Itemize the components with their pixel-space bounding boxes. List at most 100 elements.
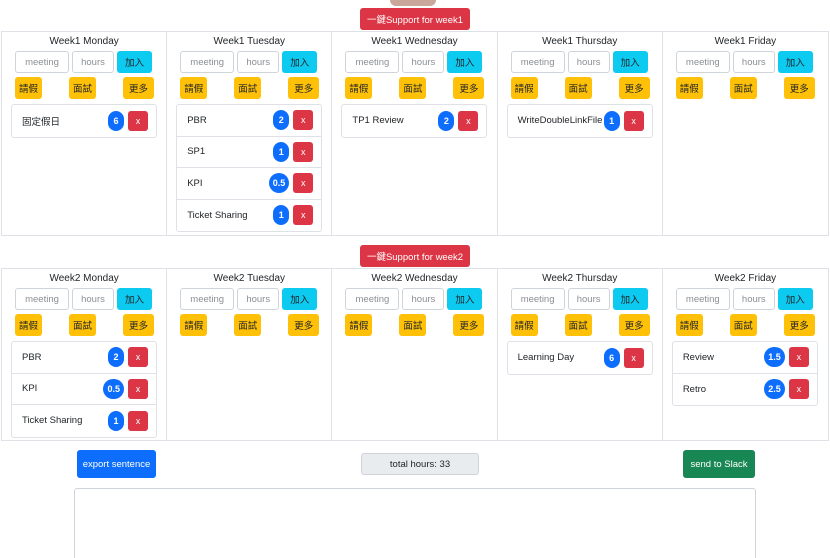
delete-task-button[interactable]: x	[293, 173, 314, 194]
meeting-input[interactable]: meeting	[180, 51, 235, 73]
hours-input[interactable]: hours	[72, 288, 114, 310]
hours-badge: 6	[108, 110, 124, 131]
task-list: WriteDoubleLinkFile 1 x	[506, 104, 653, 138]
more-button[interactable]: 更多	[618, 77, 650, 99]
hours-input[interactable]: hours	[402, 288, 445, 310]
add-button[interactable]: 加入	[777, 288, 813, 310]
hours-input[interactable]: hours	[732, 51, 775, 73]
interview-button[interactable]: 面試	[564, 314, 592, 336]
day-column: Week2 Wednesday meeting hours 加入 請假 面試 更多	[332, 269, 498, 440]
more-button[interactable]: 更多	[453, 77, 485, 99]
add-button[interactable]: 加入	[117, 51, 152, 73]
interview-button[interactable]: 面試	[399, 77, 427, 99]
meeting-input[interactable]: meeting	[15, 288, 69, 310]
delete-task-button[interactable]: x	[788, 347, 809, 368]
leave-button[interactable]: 請假	[510, 314, 538, 336]
add-button[interactable]: 加入	[282, 51, 318, 73]
hours-badge: 2	[108, 347, 124, 368]
more-button[interactable]: 更多	[618, 314, 650, 336]
leave-button[interactable]: 請假	[180, 77, 208, 99]
meeting-input[interactable]: meeting	[15, 51, 69, 73]
day-column: Week2 Tuesday meeting hours 加入 請假 面試 更多	[167, 269, 333, 440]
add-button[interactable]: 加入	[447, 288, 483, 310]
leave-button[interactable]: 請假	[180, 314, 208, 336]
leave-button[interactable]: 請假	[675, 314, 703, 336]
more-button[interactable]: 更多	[288, 314, 320, 336]
meeting-input[interactable]: meeting	[510, 51, 565, 73]
delete-task-button[interactable]: x	[293, 141, 314, 162]
add-button[interactable]: 加入	[612, 51, 648, 73]
add-button[interactable]: 加入	[117, 288, 152, 310]
delete-task-button[interactable]: x	[128, 410, 148, 431]
more-button[interactable]: 更多	[783, 77, 815, 99]
delete-task-button[interactable]: x	[293, 110, 314, 131]
meeting-input[interactable]: meeting	[345, 51, 400, 73]
add-button[interactable]: 加入	[282, 288, 318, 310]
support-week2-button[interactable]: 一鍵Support for week2	[360, 245, 470, 267]
task-item: Retro 2.5 x	[673, 374, 817, 406]
task-item: WriteDoubleLinkFile 1 x	[508, 105, 652, 137]
task-item: KPI 0.5 x	[12, 374, 156, 405]
interview-button[interactable]: 面試	[234, 314, 262, 336]
hours-badge: 1.5	[764, 347, 785, 368]
interview-button[interactable]: 面試	[399, 314, 427, 336]
more-button[interactable]: 更多	[453, 314, 485, 336]
delete-task-button[interactable]: x	[128, 347, 148, 368]
leave-button[interactable]: 請假	[15, 77, 42, 99]
hours-input[interactable]: hours	[567, 51, 610, 73]
hours-input[interactable]: hours	[402, 51, 445, 73]
hours-badge: 1	[273, 141, 290, 162]
task-item: TP1 Review 2 x	[342, 105, 486, 137]
meeting-input[interactable]: meeting	[675, 288, 730, 310]
interview-button[interactable]: 面試	[69, 77, 96, 99]
hours-input[interactable]: hours	[237, 288, 280, 310]
delete-task-button[interactable]: x	[623, 347, 644, 368]
task-name: Retro	[682, 383, 707, 395]
delete-task-button[interactable]: x	[458, 110, 479, 131]
meeting-input[interactable]: meeting	[675, 51, 730, 73]
meeting-input[interactable]: meeting	[510, 288, 565, 310]
day-title: Week1 Friday	[714, 36, 777, 47]
interview-button[interactable]: 面試	[729, 77, 757, 99]
task-item: Review 1.5 x	[672, 342, 817, 374]
interview-button[interactable]: 面試	[234, 77, 262, 99]
interview-button[interactable]: 面試	[564, 77, 592, 99]
meeting-input[interactable]: meeting	[345, 288, 400, 310]
task-item: SP1 1 x	[177, 137, 322, 168]
hours-input[interactable]: hours	[567, 288, 610, 310]
day-title: Week2 Friday	[714, 273, 777, 284]
hours-input[interactable]: hours	[237, 51, 280, 73]
leave-button[interactable]: 請假	[345, 314, 373, 336]
leave-button[interactable]: 請假	[675, 77, 703, 99]
delete-task-button[interactable]: x	[128, 110, 148, 131]
delete-task-button[interactable]: x	[623, 110, 644, 131]
day-column: Week2 Thursday meeting hours 加入 請假 面試 更多 Learni…	[498, 269, 663, 440]
add-button[interactable]: 加入	[447, 51, 483, 73]
leave-button[interactable]: 請假	[15, 314, 42, 336]
task-name: SP1	[187, 146, 206, 158]
task-item: KPI 0.5 x	[177, 168, 322, 200]
hours-input[interactable]: hours	[72, 51, 114, 73]
support-week1-button[interactable]: 一鍵Support for week1	[360, 8, 470, 30]
delete-task-button[interactable]: x	[788, 379, 809, 400]
more-button[interactable]: 更多	[288, 77, 320, 99]
add-button[interactable]: 加入	[612, 288, 648, 310]
interview-button[interactable]: 面試	[69, 314, 96, 336]
more-button[interactable]: 更多	[783, 314, 815, 336]
delete-task-button[interactable]: x	[293, 205, 314, 226]
leave-button[interactable]: 請假	[345, 77, 373, 99]
interview-button[interactable]: 面試	[729, 314, 757, 336]
task-list: PBR 2 x KPI 0.5 x Ticket Sharing 1 x	[11, 341, 157, 438]
send-to-slack-button[interactable]: send to Slack	[683, 450, 755, 478]
hours-input[interactable]: hours	[732, 288, 775, 310]
day-title: Week1 Wednesday	[371, 36, 458, 47]
leave-button[interactable]: 請假	[510, 77, 538, 99]
more-button[interactable]: 更多	[123, 314, 154, 336]
delete-task-button[interactable]: x	[128, 378, 148, 399]
export-sentence-button[interactable]: export sentence	[77, 450, 156, 478]
more-button[interactable]: 更多	[123, 77, 154, 99]
sentence-output-textarea[interactable]	[74, 488, 756, 558]
add-button[interactable]: 加入	[777, 51, 813, 73]
hours-badge: 2.5	[764, 379, 785, 400]
meeting-input[interactable]: meeting	[180, 288, 235, 310]
